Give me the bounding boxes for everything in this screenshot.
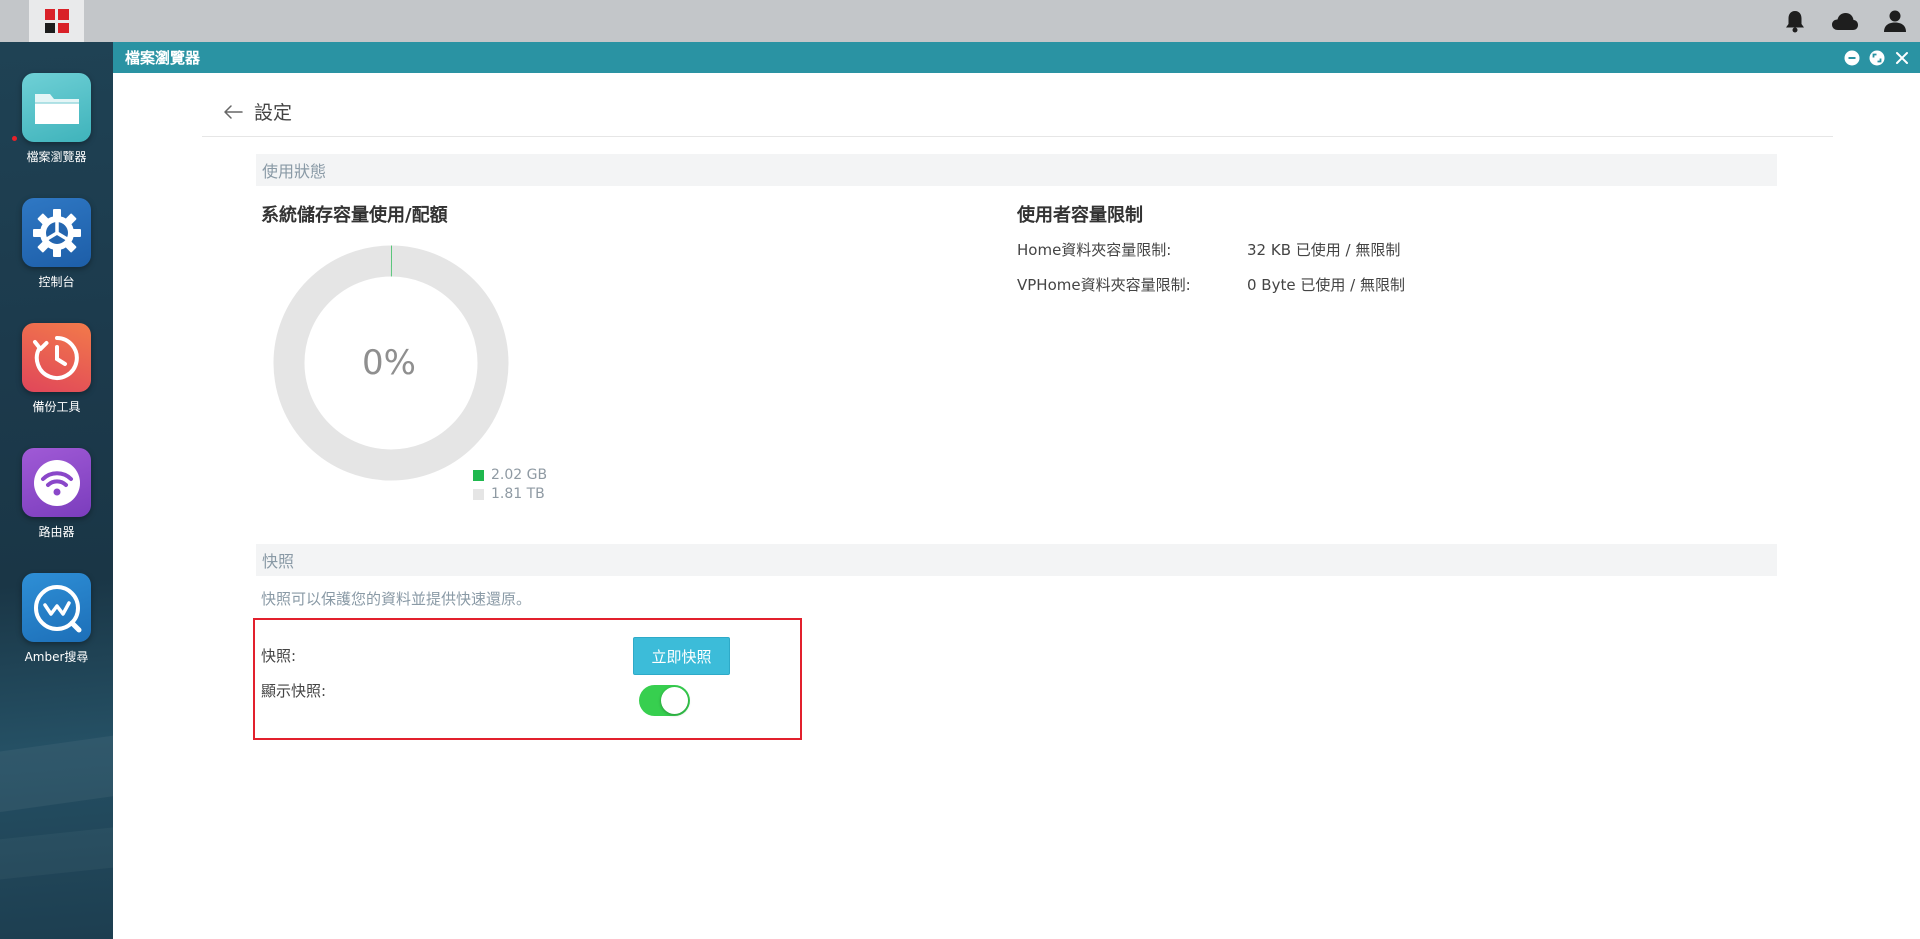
dock-app-file-browser[interactable]: 檔案瀏覽器	[0, 73, 113, 165]
take-snapshot-button[interactable]: 立即快照	[633, 637, 730, 675]
snapshot-label: 快照:	[261, 647, 297, 665]
legend-used: 2.02 GB	[473, 466, 547, 485]
notifications-button[interactable]	[1770, 0, 1820, 42]
dock-app-label: 備份工具	[32, 400, 81, 414]
legend-used-swatch	[473, 470, 484, 481]
dock-app-label: 控制台	[38, 275, 75, 289]
settings-page: 設定 使用狀態 系統儲存容量使用/配額 0% 2.02 GB 1.81 TB 使…	[113, 73, 1920, 939]
maximize-button[interactable]	[1869, 50, 1885, 66]
quota-row-home: Home資料夾容量限制: 32 KB 已使用 / 無限制	[1017, 239, 1400, 260]
page-title: 設定	[254, 102, 293, 124]
clock-backup-icon	[22, 323, 91, 392]
user-button[interactable]	[1870, 0, 1920, 42]
legend-total-label: 1.81 TB	[491, 486, 545, 502]
taskbar	[0, 0, 1920, 42]
system-tray	[1770, 0, 1920, 42]
dock-app-control-panel[interactable]: 控制台	[0, 198, 113, 290]
storage-percent: 0%	[362, 343, 416, 383]
app-dock: 檔案瀏覽器 控制台 備份工具 路由器 Amber搜尋	[0, 42, 113, 939]
amber-search-icon	[22, 573, 91, 642]
show-snapshot-toggle[interactable]	[639, 685, 690, 716]
folder-icon	[22, 73, 91, 142]
quota-label: Home資料夾容量限制:	[1017, 241, 1172, 259]
dock-app-amber-search[interactable]: Amber搜尋	[0, 573, 113, 665]
show-snapshot-label: 顯示快照:	[261, 682, 327, 700]
wifi-icon	[22, 448, 91, 517]
window-title: 檔案瀏覽器	[125, 49, 201, 67]
storage-legend: 2.02 GB 1.81 TB	[473, 466, 547, 504]
usage-section-header: 使用狀態	[256, 154, 1777, 186]
dock-app-label: Amber搜尋	[24, 650, 89, 664]
bell-icon	[1786, 11, 1804, 33]
maximize-icon	[1869, 50, 1885, 65]
quota-value: 32 KB 已使用 / 無限制	[1247, 241, 1401, 259]
window-titlebar[interactable]: 檔案瀏覽器	[113, 42, 1920, 73]
user-icon	[1884, 10, 1906, 32]
cloud-icon	[1832, 13, 1858, 30]
cloud-button[interactable]	[1820, 0, 1870, 42]
file-browser-window: 檔案瀏覽器 設定 使用狀態 系統儲存容量使用/配額 0% 2.02 GB 1.8…	[113, 42, 1920, 939]
storage-title: 系統儲存容量使用/配額	[261, 205, 448, 226]
close-button[interactable]	[1894, 50, 1910, 66]
start-button[interactable]	[29, 0, 84, 42]
minimize-button[interactable]	[1844, 50, 1860, 66]
quota-value: 0 Byte 已使用 / 無限制	[1247, 276, 1405, 294]
running-indicator	[12, 136, 17, 141]
dock-app-backup[interactable]: 備份工具	[0, 323, 113, 415]
close-icon	[1896, 51, 1908, 64]
dock-app-label: 檔案瀏覽器	[26, 150, 87, 164]
window-controls	[1844, 42, 1910, 73]
dock-app-label: 路由器	[38, 525, 75, 539]
quota-label: VPHome資料夾容量限制:	[1017, 276, 1191, 294]
quota-title: 使用者容量限制	[1017, 205, 1143, 226]
snapshot-description: 快照可以保護您的資料並提供快速還原。	[261, 590, 532, 608]
dock-app-router[interactable]: 路由器	[0, 448, 113, 540]
legend-total: 1.81 TB	[473, 485, 547, 504]
settings-header: 設定	[202, 87, 1833, 137]
legend-total-swatch	[473, 489, 484, 500]
grid-start-icon	[44, 9, 69, 33]
arrow-left-icon	[224, 104, 243, 119]
quota-row-vphome: VPHome資料夾容量限制: 0 Byte 已使用 / 無限制	[1017, 274, 1405, 295]
legend-used-label: 2.02 GB	[491, 467, 548, 483]
toggle-knob	[661, 687, 688, 714]
back-button[interactable]	[222, 101, 244, 123]
gear-icon	[22, 198, 91, 267]
snapshot-section-header: 快照	[256, 544, 1777, 576]
minimize-icon	[1844, 50, 1860, 65]
